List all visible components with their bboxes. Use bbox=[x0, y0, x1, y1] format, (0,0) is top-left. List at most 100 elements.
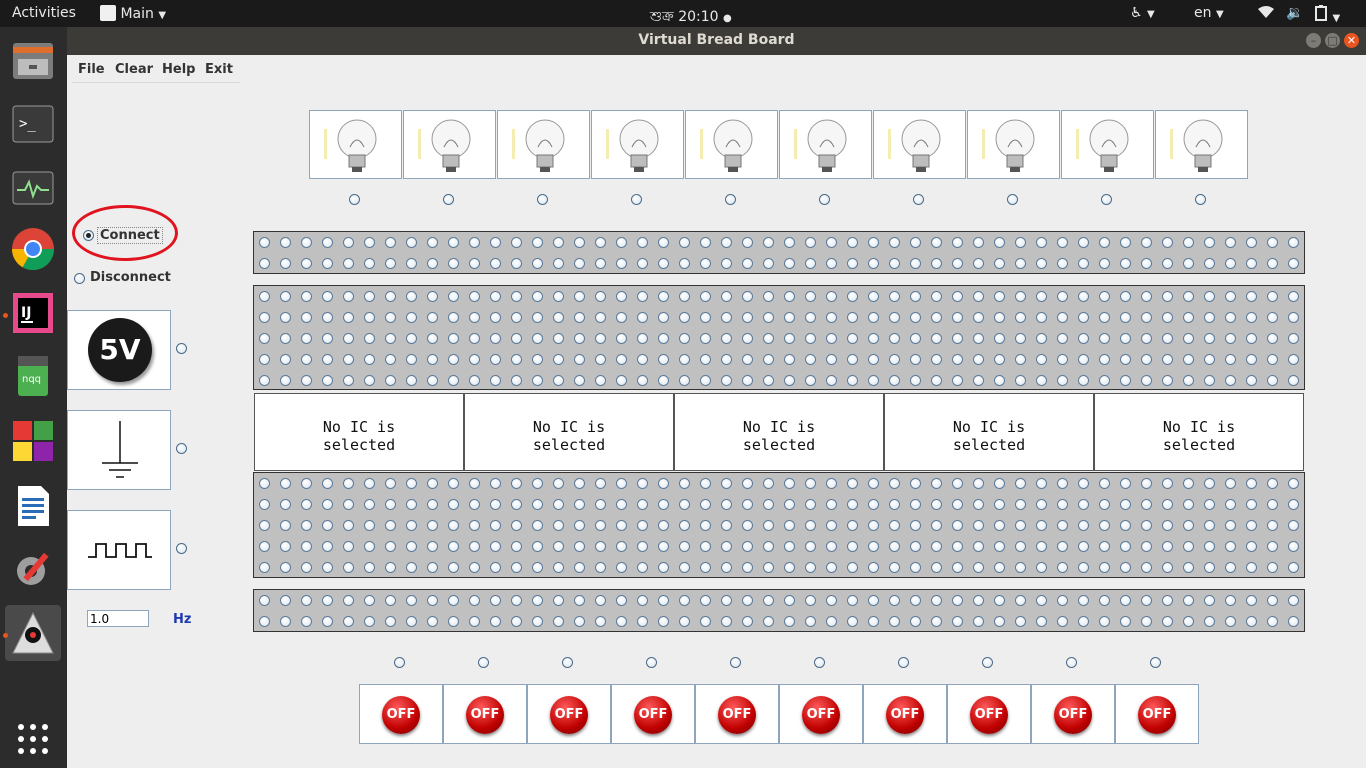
breadboard-hole[interactable] bbox=[1246, 291, 1257, 302]
breadboard-hole[interactable] bbox=[1183, 541, 1194, 552]
breadboard-hole[interactable] bbox=[343, 333, 354, 344]
breadboard-hole[interactable] bbox=[700, 499, 711, 510]
breadboard-hole[interactable] bbox=[1204, 499, 1215, 510]
breadboard-hole[interactable] bbox=[889, 478, 900, 489]
breadboard-hole[interactable] bbox=[763, 354, 774, 365]
breadboard-hole[interactable] bbox=[616, 616, 627, 627]
breadboard-hole[interactable] bbox=[679, 595, 690, 606]
breadboard-hole[interactable] bbox=[1288, 375, 1299, 386]
breadboard-hole[interactable] bbox=[385, 520, 396, 531]
breadboard-hole[interactable] bbox=[1246, 541, 1257, 552]
breadboard-hole[interactable] bbox=[1141, 562, 1152, 573]
breadboard-hole[interactable] bbox=[742, 595, 753, 606]
breadboard-hole[interactable] bbox=[1099, 375, 1110, 386]
breadboard-hole[interactable] bbox=[994, 595, 1005, 606]
breadboard-hole[interactable] bbox=[364, 520, 375, 531]
files-icon[interactable] bbox=[9, 37, 57, 85]
breadboard-hole[interactable] bbox=[637, 333, 648, 344]
breadboard-hole[interactable] bbox=[553, 520, 564, 531]
breadboard-hole[interactable] bbox=[322, 541, 333, 552]
breadboard-hole[interactable] bbox=[259, 595, 270, 606]
off-toggle-button[interactable]: OFF bbox=[466, 696, 504, 734]
breadboard-hole[interactable] bbox=[889, 258, 900, 269]
windows-tiles-icon[interactable] bbox=[9, 417, 57, 465]
breadboard-hole[interactable] bbox=[847, 562, 858, 573]
breadboard-hole[interactable] bbox=[406, 375, 417, 386]
breadboard-hole[interactable] bbox=[259, 541, 270, 552]
breadboard-hole[interactable] bbox=[259, 237, 270, 248]
breadboard-hole[interactable] bbox=[343, 291, 354, 302]
breadboard-hole[interactable] bbox=[448, 595, 459, 606]
breadboard-hole[interactable] bbox=[784, 616, 795, 627]
breadboard-hole[interactable] bbox=[406, 291, 417, 302]
breadboard-hole[interactable] bbox=[973, 291, 984, 302]
breadboard-hole[interactable] bbox=[742, 520, 753, 531]
breadboard-hole[interactable] bbox=[448, 237, 459, 248]
breadboard-hole[interactable] bbox=[322, 333, 333, 344]
breadboard-hole[interactable] bbox=[1057, 595, 1068, 606]
breadboard-hole[interactable] bbox=[1162, 354, 1173, 365]
breadboard-hole[interactable] bbox=[952, 258, 963, 269]
switch-output-pin[interactable] bbox=[814, 657, 825, 668]
breadboard-hole[interactable] bbox=[910, 616, 921, 627]
breadboard-hole[interactable] bbox=[1078, 595, 1089, 606]
breadboard-hole[interactable] bbox=[406, 258, 417, 269]
breadboard-hole[interactable] bbox=[385, 354, 396, 365]
breadboard-hole[interactable] bbox=[1267, 478, 1278, 489]
breadboard-hole[interactable] bbox=[742, 291, 753, 302]
breadboard-hole[interactable] bbox=[973, 258, 984, 269]
minimize-button[interactable]: – bbox=[1306, 33, 1321, 48]
breadboard-hole[interactable] bbox=[847, 595, 858, 606]
breadboard-hole[interactable] bbox=[679, 258, 690, 269]
breadboard-hole[interactable] bbox=[742, 258, 753, 269]
breadboard-hole[interactable] bbox=[616, 499, 627, 510]
breadboard-hole[interactable] bbox=[952, 520, 963, 531]
breadboard-hole[interactable] bbox=[301, 520, 312, 531]
breadboard-hole[interactable] bbox=[406, 499, 417, 510]
breadboard-hole[interactable] bbox=[679, 562, 690, 573]
breadboard-hole[interactable] bbox=[301, 312, 312, 323]
breadboard-hole[interactable] bbox=[1036, 499, 1047, 510]
breadboard-hole[interactable] bbox=[805, 312, 816, 323]
breadboard-hole[interactable] bbox=[322, 237, 333, 248]
clock-source-box[interactable] bbox=[67, 510, 171, 590]
breadboard-hole[interactable] bbox=[364, 333, 375, 344]
breadboard-hole[interactable] bbox=[616, 354, 627, 365]
menu-exit[interactable]: Exit bbox=[205, 62, 233, 77]
breadboard-hole[interactable] bbox=[532, 237, 543, 248]
breadboard-hole[interactable] bbox=[343, 499, 354, 510]
breadboard-hole[interactable] bbox=[931, 237, 942, 248]
breadboard-hole[interactable] bbox=[490, 258, 501, 269]
breadboard-hole[interactable] bbox=[490, 562, 501, 573]
breadboard-hole[interactable] bbox=[448, 499, 459, 510]
breadboard-hole[interactable] bbox=[658, 333, 669, 344]
breadboard-hole[interactable] bbox=[1099, 258, 1110, 269]
breadboard-hole[interactable] bbox=[1057, 333, 1068, 344]
breadboard-hole[interactable] bbox=[847, 312, 858, 323]
breadboard-hole[interactable] bbox=[574, 562, 585, 573]
breadboard-hole[interactable] bbox=[511, 541, 522, 552]
breadboard-hole[interactable] bbox=[385, 237, 396, 248]
breadboard-hole[interactable] bbox=[595, 333, 606, 344]
breadboard-hole[interactable] bbox=[1246, 499, 1257, 510]
breadboard-hole[interactable] bbox=[511, 258, 522, 269]
breadboard-hole[interactable] bbox=[280, 333, 291, 344]
breadboard-hole[interactable] bbox=[532, 375, 543, 386]
breadboard-hole[interactable] bbox=[322, 258, 333, 269]
breadboard-hole[interactable] bbox=[952, 237, 963, 248]
breadboard-hole[interactable] bbox=[679, 291, 690, 302]
breadboard-hole[interactable] bbox=[868, 520, 879, 531]
breadboard-hole[interactable] bbox=[1141, 312, 1152, 323]
switch-output-pin[interactable] bbox=[898, 657, 909, 668]
bulb-input-pin[interactable] bbox=[725, 194, 736, 205]
breadboard-hole[interactable] bbox=[784, 562, 795, 573]
breadboard-hole[interactable] bbox=[1120, 237, 1131, 248]
breadboard-hole[interactable] bbox=[1057, 258, 1068, 269]
breadboard-hole[interactable] bbox=[1036, 333, 1047, 344]
breadboard-hole[interactable] bbox=[259, 333, 270, 344]
breadboard-hole[interactable] bbox=[889, 541, 900, 552]
breadboard-hole[interactable] bbox=[973, 616, 984, 627]
breadboard-hole[interactable] bbox=[280, 595, 291, 606]
breadboard-hole[interactable] bbox=[889, 237, 900, 248]
breadboard-hole[interactable] bbox=[385, 616, 396, 627]
